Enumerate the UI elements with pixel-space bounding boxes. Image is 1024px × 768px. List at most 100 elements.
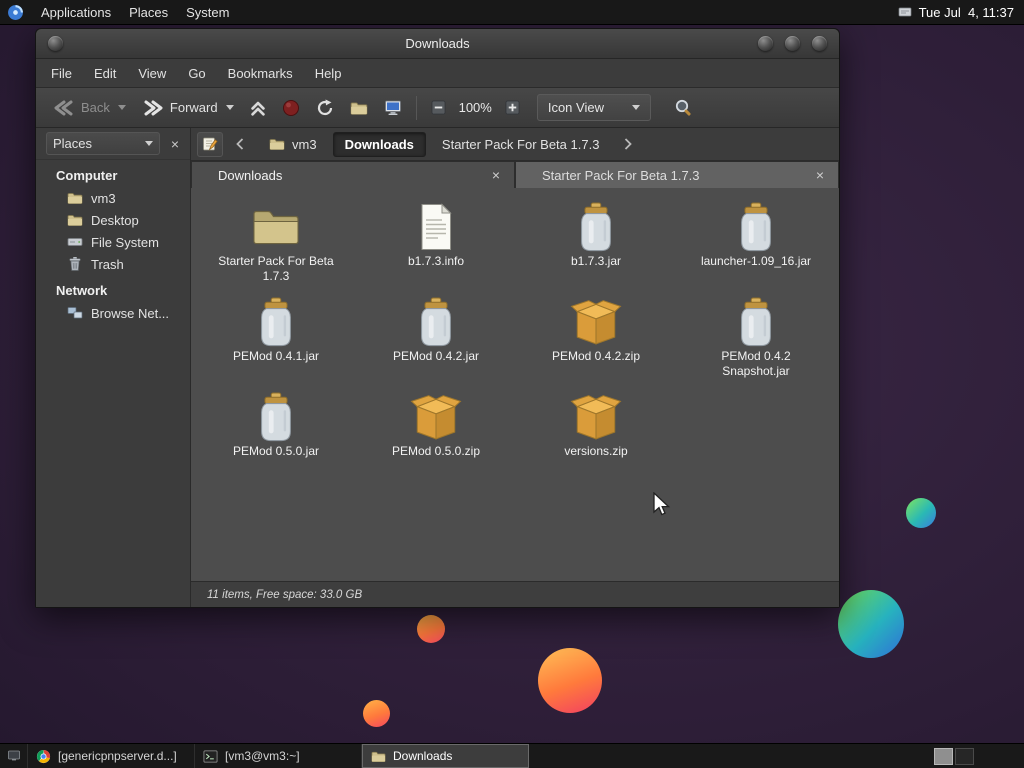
path-scroll-right-button[interactable] [615, 132, 641, 157]
computer-button[interactable] [377, 94, 409, 122]
desktop-ball-orange-large [538, 648, 602, 713]
menu-view[interactable]: View [127, 59, 177, 88]
maximize-button[interactable] [785, 36, 800, 51]
sidebar-close-icon[interactable]: × [166, 135, 184, 153]
window-title: Downloads [405, 36, 470, 51]
zoom-out-icon [431, 100, 446, 115]
breadcrumb-label: vm3 [292, 136, 317, 152]
tabbar: Downloads × Starter Pack For Beta 1.7.3 × [191, 161, 839, 188]
menu-file[interactable]: File [40, 59, 83, 88]
zoom-out-button[interactable] [424, 95, 453, 120]
panel-menu-system[interactable]: System [177, 0, 238, 25]
forward-button[interactable]: Forward [135, 95, 241, 121]
file-item[interactable]: PEMod 0.5.0.zip [356, 392, 516, 487]
terminal-icon [203, 749, 218, 764]
icon-view[interactable]: Starter Pack For Beta 1.7.3 b1.7.3.info b1… [191, 188, 839, 581]
sidebar-item-label: Desktop [91, 212, 139, 228]
home-folder-icon [350, 100, 368, 116]
tab-downloads[interactable]: Downloads × [191, 161, 515, 188]
view-mode-select[interactable]: Icon View [536, 94, 651, 121]
file-item[interactable]: launcher-1.09_16.jar [676, 202, 836, 297]
file-item[interactable]: Starter Pack For Beta 1.7.3 [196, 202, 356, 297]
back-button[interactable]: Back [46, 95, 133, 121]
places-select[interactable]: Places [46, 132, 160, 155]
forward-dropdown-icon[interactable] [225, 105, 234, 110]
desktop-ball-orange-small-1 [417, 615, 445, 643]
file-item[interactable]: b1.7.3.jar [516, 202, 676, 297]
distro-logo-icon[interactable] [7, 4, 24, 21]
minimize-button[interactable] [758, 36, 773, 51]
workspace-2[interactable] [955, 747, 974, 765]
tab-close-icon[interactable]: × [488, 167, 504, 183]
taskbar-window-downloads[interactable]: Downloads [362, 744, 529, 768]
window-menu-button[interactable] [48, 36, 63, 51]
view-mode-label: Icon View [547, 100, 604, 115]
taskbar-window-genericpnpserver-d[interactable]: [genericpnpserver.d...] [28, 744, 195, 768]
folder-icon [67, 190, 83, 206]
clock[interactable]: Tue Jul 4, 11:37 [919, 5, 1014, 20]
file-item[interactable]: versions.zip [516, 392, 676, 487]
file-item[interactable]: PEMod 0.4.2 Snapshot.jar [676, 297, 836, 392]
panel-menu-applications[interactable]: Applications [32, 0, 120, 25]
tab-label: Starter Pack For Beta 1.7.3 [542, 167, 700, 183]
stop-button[interactable] [275, 94, 307, 122]
sidebar-item-trash[interactable]: Trash [36, 253, 190, 275]
tab-starter-pack-for-beta-1-7-3[interactable]: Starter Pack For Beta 1.7.3 × [515, 161, 839, 188]
home-button[interactable] [343, 95, 375, 121]
toolbar: Back Forward 100% Icon View [36, 88, 839, 128]
jar-file-icon [570, 202, 622, 252]
menu-bookmarks[interactable]: Bookmarks [217, 59, 304, 88]
show-desktop-icon [7, 749, 21, 763]
close-button[interactable] [812, 36, 827, 51]
sidebar: Places × Computer vm3 Desktop File System Tr… [36, 128, 191, 607]
panel-menu-places[interactable]: Places [120, 0, 177, 25]
sidebar-item-label: Trash [91, 256, 124, 272]
file-label: versions.zip [564, 444, 628, 458]
zip-file-icon [570, 392, 622, 442]
titlebar[interactable]: Downloads [36, 29, 839, 59]
breadcrumb-downloads[interactable]: Downloads [332, 131, 426, 157]
file-item[interactable]: PEMod 0.4.2.zip [516, 297, 676, 392]
sidebar-item-file-system[interactable]: File System [36, 231, 190, 253]
zoom-in-icon [505, 100, 520, 115]
search-button[interactable] [667, 93, 701, 123]
chevron-right-icon [624, 138, 633, 150]
file-grid: Starter Pack For Beta 1.7.3 b1.7.3.info b1… [191, 188, 839, 487]
sidebar-item-desktop[interactable]: Desktop [36, 209, 190, 231]
menu-go[interactable]: Go [177, 59, 216, 88]
refresh-button[interactable] [309, 94, 341, 122]
file-item[interactable]: PEMod 0.4.2.jar [356, 297, 516, 392]
jar-file-icon [250, 297, 302, 347]
jar-file-icon [410, 297, 462, 347]
sidebar-header: Places × [36, 128, 190, 160]
menu-help[interactable]: Help [304, 59, 353, 88]
file-item[interactable]: b1.7.3.info [356, 202, 516, 297]
statusbar: 11 items, Free space: 33.0 GB [191, 581, 839, 607]
file-item[interactable]: PEMod 0.5.0.jar [196, 392, 356, 487]
trash-icon [67, 256, 83, 272]
workspace-1[interactable] [934, 747, 953, 765]
notification-tray-icon[interactable] [898, 5, 912, 19]
stop-icon [282, 99, 300, 117]
file-item[interactable]: PEMod 0.4.1.jar [196, 297, 356, 392]
show-desktop-button[interactable] [0, 744, 28, 768]
tab-close-icon[interactable]: × [812, 167, 828, 183]
taskbar-window-label: Downloads [393, 749, 453, 763]
breadcrumb-vm3[interactable]: vm3 [257, 131, 329, 157]
chevron-left-icon [236, 138, 244, 150]
edit-location-toggle[interactable] [197, 131, 223, 157]
file-label: b1.7.3.info [407, 254, 465, 268]
path-scroll-left-button[interactable] [227, 132, 253, 157]
taskbar-window-list: [genericpnpserver.d...] [vm3@vm3:~] Downlo… [28, 744, 529, 768]
sidebar-item-label: File System [91, 234, 159, 250]
panel-menus: Applications Places System [32, 0, 238, 25]
taskbar-window-vm3-vm3[interactable]: [vm3@vm3:~] [195, 744, 362, 768]
up-button[interactable] [243, 94, 273, 122]
tab-label: Downloads [218, 167, 283, 183]
menu-edit[interactable]: Edit [83, 59, 127, 88]
sidebar-item-vm3[interactable]: vm3 [36, 187, 190, 209]
zoom-in-button[interactable] [498, 95, 527, 120]
breadcrumb-starter-pack-for-beta-1-7-3[interactable]: Starter Pack For Beta 1.7.3 [430, 132, 612, 157]
back-dropdown-icon[interactable] [117, 105, 126, 110]
sidebar-item-browse-net[interactable]: Browse Net... [36, 302, 190, 324]
